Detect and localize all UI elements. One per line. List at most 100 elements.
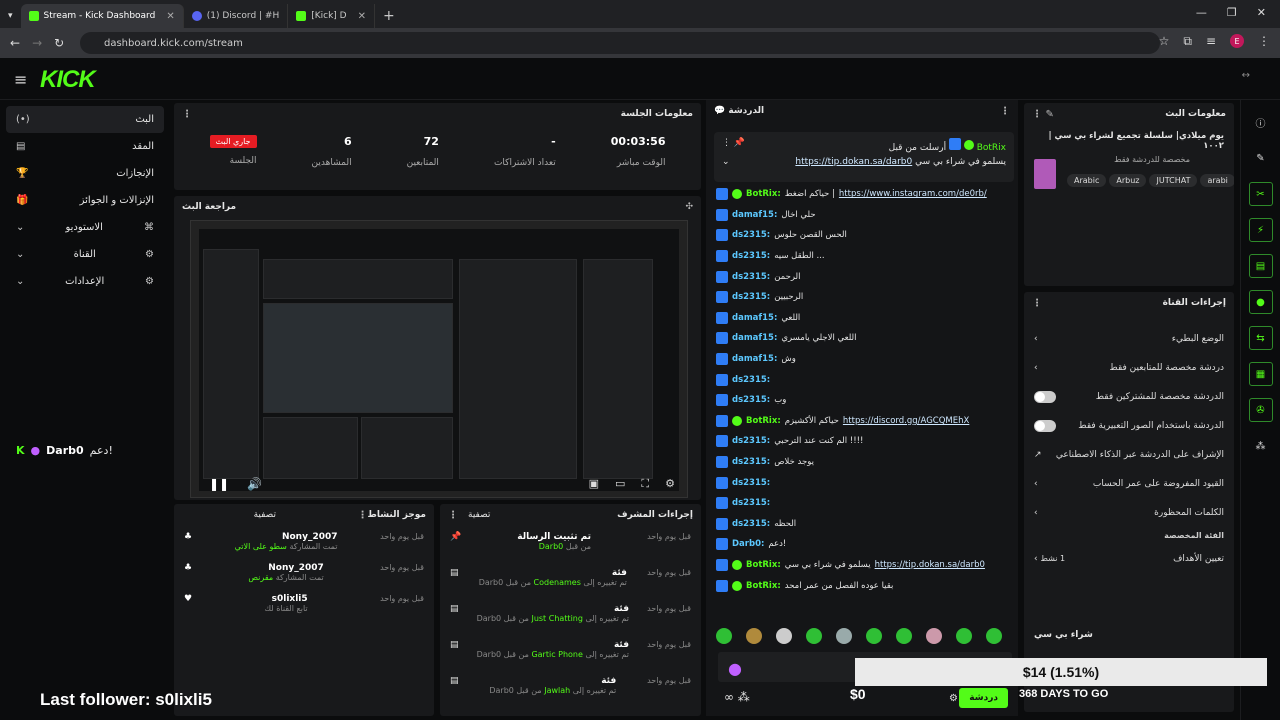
chat-username[interactable]: BotRix: [746,581,781,591]
chat-username[interactable]: BotRix: [746,189,781,199]
emote-icon[interactable] [806,628,822,644]
browser-tab-kick-dashboard[interactable]: Stream - Kick Dashboard ✕ [20,4,184,28]
emote-icon[interactable] [836,628,852,644]
notes-icon[interactable]: ▤ [1248,254,1273,278]
gear-icon[interactable]: ⚙ [949,693,958,704]
activity-user[interactable]: Nony_2007 [235,532,338,542]
chat-username[interactable]: ds2315: [732,478,770,488]
send-chat-button[interactable]: دردشة [959,688,1008,708]
maximize-icon[interactable]: ❐ [1227,6,1237,19]
account-age-row[interactable]: القيود المفروضة على عمر الحساب › [1024,469,1234,498]
more-options-icon[interactable]: ⋮ [358,510,368,521]
chat-username[interactable]: ds2315: [732,375,770,385]
chat-username[interactable]: ds2315: [732,230,770,240]
wrench-icon[interactable]: ✇ [1248,398,1273,422]
close-icon[interactable]: ✕ [358,11,366,22]
tag[interactable]: JUTCHAT [1149,174,1198,187]
more-options-icon[interactable]: ⋮ [1000,106,1010,117]
chat-username[interactable]: BotRix: [746,560,781,570]
theater-icon[interactable]: ▭ [615,477,625,491]
tag[interactable]: Arabic [1067,174,1107,187]
infinity-icon[interactable]: ∞ ⁂ [724,690,750,704]
close-icon[interactable]: ✕ [166,11,174,22]
chat-username[interactable]: damaf15: [732,354,777,364]
sidebar-item-settings[interactable]: ⌄ الإعدادات ⚙ [6,268,164,295]
more-options-icon[interactable]: ⋮ [448,510,458,521]
emote-icon[interactable] [926,628,942,644]
tag[interactable]: arabi [1200,174,1234,187]
chat-username[interactable]: ds2315: [732,436,770,446]
activity-user[interactable]: Nony_2007 [248,563,324,573]
raid-icon[interactable]: ⇆ [1248,326,1273,350]
bookmark-star-icon[interactable]: ☆ [1159,34,1170,49]
chat-username[interactable]: ds2315: [732,498,770,508]
pause-icon[interactable]: ❚❚ [209,477,229,491]
tab-menu-button[interactable]: ▾ [0,4,21,28]
edit-icon[interactable]: ✎ [1249,146,1273,170]
sidebar-item-studio[interactable]: ⌄ الاستوديو ⌘ [6,214,164,241]
gear-icon[interactable]: ⚙ [665,477,675,491]
chat-link[interactable]: https://tip.dokan.sa/darb0 [875,560,985,570]
hamburger-menu-icon[interactable]: ≡ [14,70,27,89]
subscribers-only-toggle[interactable] [1034,390,1056,403]
chat-username[interactable]: BotRix: [746,416,781,426]
lightning-icon[interactable]: ⚡ [1248,218,1273,242]
browser-tab-discord[interactable]: (1) Discord | #​H [184,4,289,28]
filter-button[interactable]: تصفية [468,510,490,520]
sidebar-item-stream[interactable]: (•) البث [6,106,164,133]
emotes-only-toggle[interactable] [1034,419,1056,432]
chat-username[interactable]: damaf15: [732,210,777,220]
new-tab-button[interactable]: + [375,4,403,28]
stream-preview-video[interactable]: ❚❚ 🔊 ▣ ▭ ⛶ ⚙ [190,220,688,498]
emote-icon[interactable] [896,628,912,644]
sidebar-item-channel[interactable]: ⌄ القناة ⚙ [6,241,164,268]
sidebar-item-achievements[interactable]: 🏆 الإنجازات [6,160,164,187]
emote-icon[interactable] [776,628,792,644]
chat-username[interactable]: ds2315: [732,457,770,467]
emote-icon[interactable] [986,628,1002,644]
share-icon[interactable]: ⁂ [1249,434,1273,458]
kick-logo[interactable]: KICK [40,66,96,94]
chevron-down-icon[interactable]: ⌄ [722,157,730,167]
chat-username[interactable]: ds2315: [732,272,770,282]
followers-only-row[interactable]: دردشة مخصصة للمتابعين فقط › [1024,353,1234,382]
goals-row[interactable]: تعيين الأهداف 1 نشط › [1024,544,1234,573]
chat-username[interactable]: ds2315: [732,519,770,529]
chat-username[interactable]: ds2315: [732,395,770,405]
pip-icon[interactable]: ▣ [589,477,599,491]
profile-avatar[interactable]: E [1230,34,1244,48]
url-input[interactable]: dashboard.kick.com/stream [80,32,1160,54]
activity-user[interactable]: s0lixli5 [264,594,308,604]
pinned-link[interactable]: https://tip.dokan.sa/darb0 [795,157,912,167]
collapse-icon[interactable]: ↔ [1242,70,1250,81]
tag[interactable]: Arbuz [1109,174,1147,187]
reload-icon[interactable]: ↻ [54,36,64,50]
forward-icon[interactable]: → [32,36,42,50]
filter-button[interactable]: تصفية [254,510,276,520]
ai-moderation-row[interactable]: الإشراف على الدردشة عبر الذكاء الاصطناعي… [1024,440,1234,469]
sidebar-item-content[interactable]: ▤ المقد [6,133,164,160]
reading-list-icon[interactable]: ≡ [1206,34,1216,49]
chat-link[interactable]: https://discord.gg/AGCQMEhX [843,416,969,426]
chat-username[interactable]: Darb0: [732,539,764,549]
close-window-icon[interactable]: ✕ [1257,6,1266,19]
emote-icon[interactable] [956,628,972,644]
volume-icon[interactable]: 🔊 [247,477,262,491]
fullscreen-icon[interactable]: ⛶ [641,477,649,491]
chat-username[interactable]: damaf15: [732,313,777,323]
chat-link[interactable]: https://www.instagram.com/de0rb/ [839,189,987,199]
minimize-icon[interactable]: — [1196,6,1207,19]
emote-icon[interactable] [746,628,762,644]
banned-words-row[interactable]: الكلمات المحظورة › [1024,498,1234,527]
info-icon[interactable]: ⓘ [1249,110,1273,134]
host-icon[interactable]: ▦ [1248,362,1273,386]
chat-username[interactable]: ds2315: [732,251,770,261]
browser-menu-icon[interactable]: ⋮ [1258,34,1270,49]
emote-icon[interactable] [716,628,732,644]
chat-username[interactable]: damaf15: [732,333,777,343]
chat-bubble-icon[interactable]: ● [1248,290,1273,314]
sidebar-item-drops[interactable]: 🎁 الإنزالات و الجوائز [6,187,164,214]
more-options-icon[interactable]: ⋮ [1032,298,1042,309]
more-options-icon[interactable]: ⋮ [182,109,192,120]
emote-icon[interactable] [866,628,882,644]
